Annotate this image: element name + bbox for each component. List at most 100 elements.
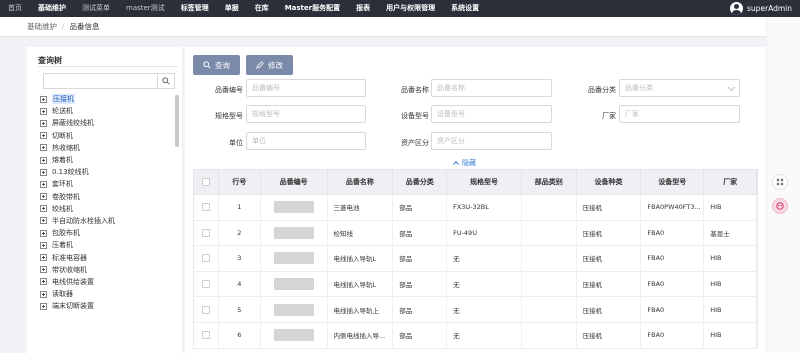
equipment-model: FBA0 <box>641 297 705 322</box>
tree-node[interactable]: 压着机 <box>40 239 170 251</box>
nav-user-permissions[interactable]: 用户与权限管理 <box>378 0 443 17</box>
part-category: 部品 <box>393 220 448 246</box>
expand-icon[interactable] <box>40 278 47 286</box>
expand-icon[interactable] <box>40 156 47 164</box>
table-row[interactable]: 1 三菱电池 部品 FX3U-32BL 压接机 FBA0PW40FT3... H… <box>193 195 758 221</box>
expand-icon[interactable] <box>40 132 47 140</box>
expand-icon[interactable] <box>40 241 47 249</box>
breadcrumb-parent[interactable]: 基础维护 <box>27 21 57 32</box>
floating-assistant-button[interactable] <box>772 198 788 214</box>
expand-icon[interactable] <box>40 254 47 262</box>
asset-class-input[interactable]: 资产区分 <box>431 132 552 150</box>
tree-node[interactable]: 轮送机 <box>40 105 170 117</box>
tree-search-input[interactable] <box>43 73 158 89</box>
col-header[interactable]: 品番编号 <box>261 170 328 194</box>
row-no: 4 <box>219 271 261 297</box>
nav-test-menu[interactable]: 测试菜单 <box>74 0 118 17</box>
part-no-label: 品番编号 <box>215 86 243 94</box>
part-name-label: 品番名称 <box>401 86 429 94</box>
part-category-select[interactable]: 品番分类 <box>619 79 740 97</box>
user-menu[interactable]: superAdmin <box>729 0 792 17</box>
row-checkbox[interactable] <box>201 203 210 212</box>
nav-basic-maintenance[interactable]: 基础维护 <box>30 0 74 17</box>
expand-icon[interactable] <box>40 217 47 225</box>
expand-icon[interactable] <box>40 119 47 127</box>
tree-node[interactable]: 标准电容器 <box>40 251 170 263</box>
table-row[interactable]: 3 电线插入导轨L 部品 无 压接机 FBA0 HIB <box>193 246 758 272</box>
tree-node[interactable]: 半自动防水栓插入机 <box>40 215 170 227</box>
row-checkbox[interactable] <box>201 280 210 289</box>
nav-master-service-config[interactable]: Master服务配置 <box>277 0 348 17</box>
spec: FU-49U <box>447 220 522 246</box>
query-button[interactable]: 查询 <box>193 55 240 75</box>
tree-node[interactable]: 读取器 <box>40 288 170 300</box>
tree-node[interactable]: 屏蔽线绞线机 <box>40 117 170 129</box>
tree-node[interactable]: 0.13绞线机 <box>40 166 170 178</box>
component-type <box>522 220 577 246</box>
row-checkbox[interactable] <box>201 331 210 340</box>
col-header[interactable]: 设备种类 <box>577 170 642 194</box>
nav-in-stock[interactable]: 在库 <box>247 0 277 17</box>
row-checkbox[interactable] <box>201 254 210 263</box>
tree-node[interactable]: 带状收缩机 <box>40 264 170 276</box>
equipment-model: FBA0 <box>641 322 705 348</box>
expand-icon[interactable] <box>40 193 47 201</box>
hide-filters-link[interactable]: 隐藏 <box>453 158 476 168</box>
col-header[interactable]: 厂家 <box>704 170 758 194</box>
expand-icon[interactable] <box>40 290 47 298</box>
row-checkbox[interactable] <box>201 305 210 314</box>
part-no-redacted <box>261 220 328 246</box>
nav-reports[interactable]: 报表 <box>348 0 378 17</box>
expand-icon[interactable] <box>40 266 47 274</box>
col-header[interactable]: 设备型号 <box>641 170 705 194</box>
nav-documents[interactable]: 单据 <box>217 0 247 17</box>
expand-icon[interactable] <box>40 107 47 115</box>
tree-scrollbar[interactable] <box>175 95 179 147</box>
tree-node[interactable]: 卷胶带机 <box>40 191 170 203</box>
col-header[interactable]: 品番名称 <box>328 170 394 194</box>
col-header[interactable]: 品番分类 <box>393 170 448 194</box>
select-all-checkbox[interactable] <box>201 178 210 186</box>
nav-label-management[interactable]: 标签管理 <box>173 0 217 17</box>
tree-node[interactable]: 电线供给装置 <box>40 276 170 288</box>
expand-icon[interactable] <box>40 302 47 310</box>
tree-node[interactable]: 包胶布机 <box>40 227 170 239</box>
expand-icon[interactable] <box>40 229 47 237</box>
equipment-model-input[interactable]: 设备型号 <box>431 105 552 123</box>
tree-node[interactable]: 绞线机 <box>40 203 170 215</box>
expand-icon[interactable] <box>40 205 47 213</box>
nav-home[interactable]: 首页 <box>0 0 30 17</box>
nav-master-test[interactable]: master测试 <box>118 0 173 17</box>
maker-input[interactable]: 厂家 <box>619 105 740 123</box>
edit-button[interactable]: 修改 <box>246 55 293 75</box>
unit-input[interactable]: 单位 <box>246 132 366 150</box>
part-name-input[interactable]: 品番名称 <box>431 79 552 97</box>
component-type <box>522 322 577 348</box>
col-header[interactable]: 规格型号 <box>447 170 522 194</box>
expand-icon[interactable] <box>40 180 47 188</box>
tree-node[interactable]: 切断机 <box>40 130 170 142</box>
expand-icon[interactable] <box>40 168 47 176</box>
part-no-redacted <box>261 322 328 348</box>
tree-search-button[interactable] <box>157 73 175 89</box>
nav-system-settings[interactable]: 系统设置 <box>443 0 487 17</box>
tree-node[interactable]: 端末切断装置 <box>40 300 170 312</box>
col-header[interactable]: 行号 <box>219 170 261 194</box>
tree-node[interactable]: 热收缩机 <box>40 142 170 154</box>
expand-icon[interactable] <box>40 95 47 103</box>
spec-input[interactable]: 规格型号 <box>246 105 366 123</box>
part-no-input[interactable]: 品番编号 <box>246 79 366 97</box>
table-row[interactable]: 2 检知线 部品 FU-49U 压接机 FBA0 基恩士 <box>193 220 758 247</box>
floating-tool-button[interactable] <box>772 174 788 190</box>
tree-node[interactable]: 压接机 <box>40 93 170 105</box>
table-row[interactable]: 5 电线插入导轨上 部品 无 压接机 FBA0 HIB <box>193 297 758 323</box>
col-header[interactable]: 部品类别 <box>522 170 577 194</box>
tree-node[interactable]: 套环机 <box>40 178 170 190</box>
table-row[interactable]: 4 电线插入导轨L 部品 无 压接机 FBA0 HIB <box>193 271 758 298</box>
table-row[interactable]: 6 内侧电线插入导... 部品 无 压接机 FBA0 HIB <box>193 322 758 349</box>
expand-icon[interactable] <box>40 144 47 152</box>
row-no: 5 <box>219 297 261 322</box>
part-category-label: 品番分类 <box>588 86 616 94</box>
row-checkbox[interactable] <box>201 228 210 237</box>
tree-node[interactable]: 熔着机 <box>40 154 170 166</box>
